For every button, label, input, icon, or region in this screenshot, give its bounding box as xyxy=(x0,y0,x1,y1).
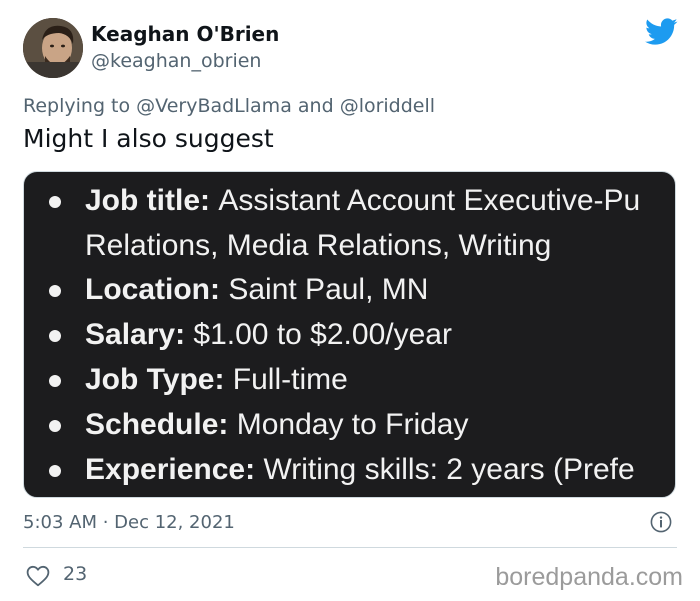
job-detail-label: Salary: xyxy=(85,318,186,351)
job-detail-label: Experience: xyxy=(85,453,256,486)
bullet-icon xyxy=(49,465,61,477)
like-count[interactable]: 23 xyxy=(63,563,87,585)
job-detail-value: $1.00 to $2.00/year xyxy=(193,318,452,351)
job-detail-label: Job title: xyxy=(85,184,210,217)
job-detail-value: Saint Paul, MN xyxy=(228,273,429,306)
tweet-timestamp[interactable]: 5:03 AM · Dec 12, 2021 xyxy=(23,512,235,533)
twitter-bird-icon[interactable] xyxy=(645,18,678,46)
reply-prefix: Replying to xyxy=(23,95,131,117)
tweet-text: Might I also suggest xyxy=(23,124,274,153)
watermark-text: boredpanda.com xyxy=(495,563,683,591)
job-detail-value: Monday to Friday xyxy=(236,408,469,441)
bullet-icon xyxy=(49,330,61,342)
author-name[interactable]: Keaghan O'Brien xyxy=(91,22,279,46)
job-detail-value: Full-time xyxy=(232,363,348,396)
heart-icon[interactable] xyxy=(26,565,50,587)
job-detail-value: Assistant Account Executive-Pu xyxy=(218,184,641,217)
job-detail-value-continuation: Relations, Media Relations, Writing xyxy=(85,229,552,262)
bullet-icon xyxy=(49,375,61,387)
bullet-icon xyxy=(49,420,61,432)
avatar-image xyxy=(23,18,83,78)
reply-conjunction: and xyxy=(297,95,334,117)
info-icon[interactable] xyxy=(650,511,672,533)
mention-verybadllama[interactable]: @VeryBadLlama xyxy=(136,95,292,117)
job-detail-label: Schedule: xyxy=(85,408,229,441)
author-handle[interactable]: @keaghan_obrien xyxy=(91,50,261,72)
job-detail-value: Writing skills: 2 years (Prefe xyxy=(263,453,635,486)
divider xyxy=(23,547,677,548)
job-detail-label: Job Type: xyxy=(85,363,225,396)
bullet-icon xyxy=(49,196,61,208)
bullet-icon xyxy=(49,285,61,297)
avatar[interactable] xyxy=(23,18,83,78)
job-detail-label: Location: xyxy=(85,273,220,306)
mention-loriddell[interactable]: @loriddell xyxy=(340,95,435,117)
tweet-media-image[interactable]: Job title: Assistant Account Executive-P… xyxy=(23,171,676,498)
reply-context: Replying to @VeryBadLlama and @loriddell xyxy=(23,95,435,117)
